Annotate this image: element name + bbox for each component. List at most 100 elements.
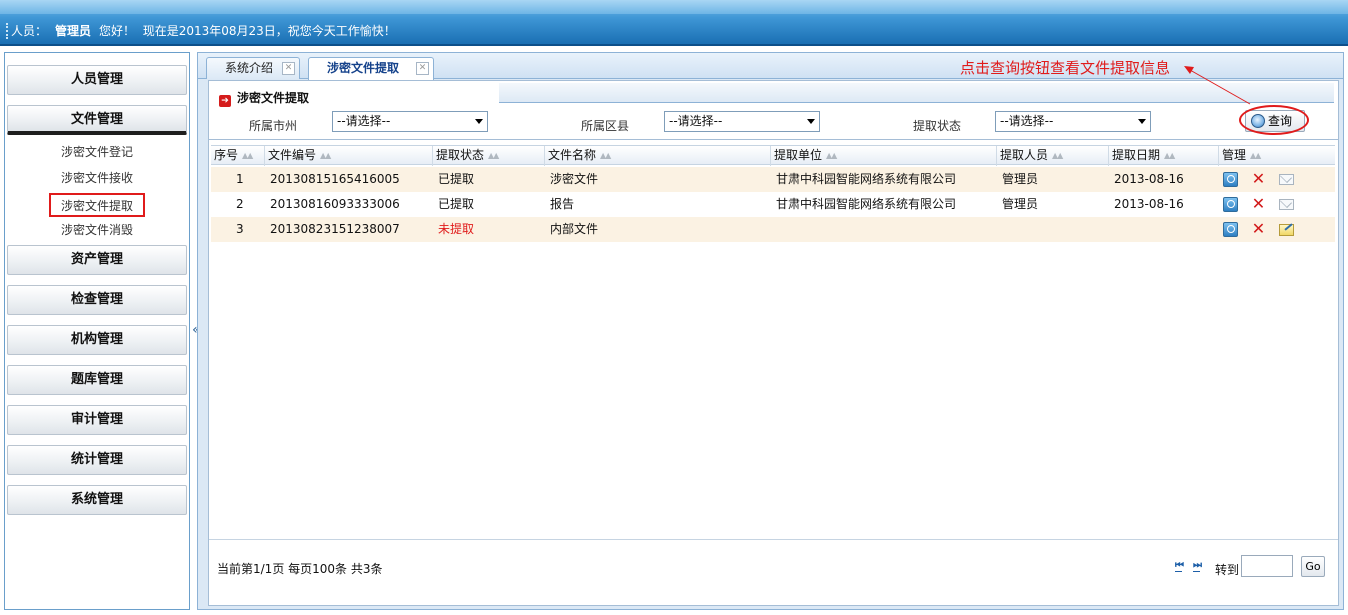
delete-icon[interactable]: ✕ (1251, 196, 1266, 212)
table-row: 3 20130823151238007 未提取 内部文件 ✕ (211, 217, 1335, 242)
user-name: 管理员 (55, 24, 92, 38)
sidebar-group-question-bank[interactable]: 题库管理 (7, 365, 187, 395)
cell-unit: 甘肃中科园智能网络系统有限公司 (776, 197, 957, 211)
panel-title-text: 涉密文件提取 (237, 91, 310, 105)
column-header-no[interactable]: 序号 ▲▲ (211, 146, 265, 166)
last-page-icon[interactable]: ⏭ (1193, 560, 1202, 572)
tab-system-intro[interactable]: 系统介绍 ✕ (206, 57, 300, 79)
cell-no: 1 (236, 172, 244, 186)
delete-icon[interactable]: ✕ (1251, 171, 1266, 187)
column-header-status[interactable]: 提取状态 ▲▲ (433, 146, 545, 166)
sidebar-group-organization[interactable]: 机构管理 (7, 325, 187, 355)
sort-icon: ▲▲ (1164, 151, 1175, 160)
sidebar-item-file-register[interactable]: 涉密文件登记 (49, 141, 145, 165)
view-icon[interactable] (1223, 172, 1238, 187)
column-header-person[interactable]: 提取人员 ▲▲ (997, 146, 1109, 166)
status-label: 提取状态 (913, 119, 962, 133)
close-icon[interactable]: ✕ (282, 62, 295, 75)
cell-unit: 甘肃中科园智能网络系统有限公司 (776, 172, 957, 186)
tab-file-extract[interactable]: 涉密文件提取 ✕ (308, 57, 434, 80)
delete-icon[interactable]: ✕ (1251, 221, 1266, 237)
cell-no: 3 (236, 222, 244, 236)
table-row: 1 20130815165416005 已提取 涉密文件 甘肃中科园智能网络系统… (211, 167, 1335, 192)
county-label: 所属区县 (581, 119, 630, 133)
table-row: 2 20130816093333006 已提取 报告 甘肃中科园智能网络系统有限… (211, 192, 1335, 217)
goto-label: 转到 (1215, 563, 1240, 577)
city-label: 所属市州 (249, 119, 298, 133)
close-icon[interactable]: ✕ (416, 62, 429, 75)
tab-bar: 系统介绍 ✕ 涉密文件提取 ✕ 点击查询按钮查看文件提取信息 (198, 53, 1343, 80)
city-select[interactable]: --请选择-- (332, 111, 488, 132)
sort-icon: ▲▲ (488, 151, 499, 160)
data-table: 序号 ▲▲ 文件编号 ▲▲ 提取状态 ▲▲ 文件名称 ▲▲ 提取单位 ▲▲ 提取人员 ▲▲ … (211, 145, 1335, 537)
edit-icon[interactable] (1279, 224, 1294, 236)
sidebar-item-file-destroy[interactable]: 涉密文件消毁 (49, 219, 145, 243)
cell-no: 2 (236, 197, 244, 211)
cell-file-name: 涉密文件 (550, 172, 599, 186)
sidebar-group-assets[interactable]: 资产管理 (7, 245, 187, 275)
sidebar-group-files[interactable]: 文件管理 (7, 105, 187, 135)
county-select[interactable]: --请选择-- (664, 111, 820, 132)
sidebar-item-file-receive[interactable]: 涉密文件接收 (49, 167, 145, 191)
chevron-down-icon (807, 119, 815, 124)
chevron-down-icon (1138, 119, 1146, 124)
cell-file-name: 报告 (550, 197, 575, 211)
first-page-icon[interactable]: ⏮ (1175, 560, 1184, 572)
column-header-unit[interactable]: 提取单位 ▲▲ (771, 146, 997, 166)
status-select[interactable]: --请选择-- (995, 111, 1151, 132)
sidebar-item-file-extract[interactable]: 涉密文件提取 (49, 193, 145, 217)
cell-status: 未提取 (438, 222, 475, 236)
sidebar-group-statistics[interactable]: 统计管理 (7, 445, 187, 475)
cell-unit (773, 217, 776, 242)
chevron-down-icon (475, 119, 483, 124)
sort-icon: ▲▲ (1052, 151, 1063, 160)
view-icon[interactable] (1223, 197, 1238, 212)
mail-icon[interactable] (1279, 199, 1294, 210)
cell-status: 已提取 (438, 172, 475, 186)
hint-annotation: 点击查询按钮查看文件提取信息 (960, 59, 1171, 77)
user-label: 人员： (11, 24, 48, 38)
highlight-ring (1239, 105, 1309, 135)
sort-icon: ▲▲ (1250, 151, 1261, 160)
sidebar-group-inspection[interactable]: 检查管理 (7, 285, 187, 315)
sidebar-group-system[interactable]: 系统管理 (7, 485, 187, 515)
column-header-file-id[interactable]: 文件编号 ▲▲ (265, 146, 433, 166)
sort-icon: ▲▲ (826, 151, 837, 160)
pager: 当前第1/1页 每页100条 共3条 ⏮ ⏭ 转到 Go (209, 539, 1338, 579)
mail-icon[interactable] (1279, 174, 1294, 185)
top-header: 人员： 管理员 您好！ 现在是2013年08月23日，祝您今天工作愉快！ (0, 0, 1348, 46)
content-area: ➔ 涉密文件提取 所属市州 --请选择-- 所属区县 --请选择-- 提取状态 -… (208, 80, 1339, 606)
sidebar-group-audit[interactable]: 审计管理 (7, 405, 187, 435)
sort-icon: ▲▲ (320, 151, 331, 160)
sort-icon: ▲▲ (600, 151, 611, 160)
status-select-value: --请选择-- (1000, 114, 1054, 128)
cell-person: 管理员 (1002, 172, 1039, 186)
pager-info: 当前第1/1页 每页100条 共3条 (217, 562, 383, 576)
view-icon[interactable] (1223, 222, 1238, 237)
county-select-value: --请选择-- (669, 114, 723, 128)
sidebar: 人员管理 文件管理 涉密文件登记 涉密文件接收 涉密文件提取 涉密文件消毁 资产… (4, 52, 190, 610)
table-header: 序号 ▲▲ 文件编号 ▲▲ 提取状态 ▲▲ 文件名称 ▲▲ 提取单位 ▲▲ 提取人员 ▲▲ … (211, 145, 1335, 166)
cell-person: 管理员 (1002, 197, 1039, 211)
main-panel: 系统介绍 ✕ 涉密文件提取 ✕ 点击查询按钮查看文件提取信息 ➔ 涉密文件提取 所… (197, 52, 1344, 610)
go-button[interactable]: Go (1301, 556, 1325, 577)
filter-divider (209, 139, 1338, 140)
date-text: 现在是2013年08月23日，祝您今天工作愉快！ (142, 24, 396, 38)
sort-icon: ▲▲ (242, 151, 253, 160)
sidebar-group-personnel[interactable]: 人员管理 (7, 65, 187, 95)
tab-label: 涉密文件提取 (327, 61, 400, 75)
header-strip (0, 0, 1348, 14)
cell-file-id: 20130816093333006 (270, 197, 400, 211)
welcome-bar: 人员： 管理员 您好！ 现在是2013年08月23日，祝您今天工作愉快！ (6, 23, 396, 39)
column-header-date[interactable]: 提取日期 ▲▲ (1109, 146, 1219, 166)
cell-date (1111, 217, 1114, 242)
cell-date: 2013-08-16 (1114, 197, 1184, 211)
column-header-manage[interactable]: 管理 ▲▲ (1219, 146, 1335, 166)
filter-header-band (499, 83, 1334, 103)
greeting: 您好！ (99, 24, 136, 38)
goto-page-input[interactable] (1241, 555, 1293, 577)
city-select-value: --请选择-- (337, 114, 391, 128)
column-header-file-name[interactable]: 文件名称 ▲▲ (545, 146, 771, 166)
cell-status: 已提取 (438, 197, 475, 211)
cell-person (999, 217, 1002, 242)
